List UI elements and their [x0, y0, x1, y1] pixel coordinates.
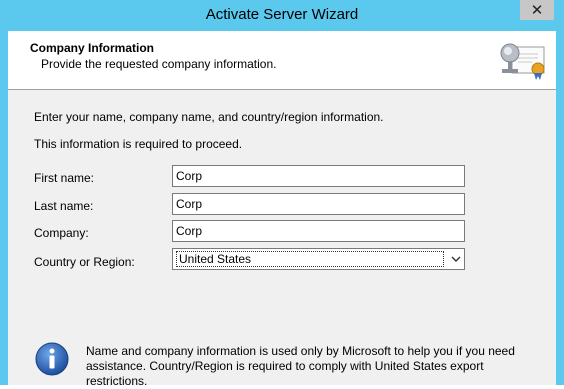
page-title: Company Information: [30, 41, 155, 55]
info-message: Name and company information is used onl…: [86, 344, 515, 388]
info-icon: [35, 342, 69, 376]
country-selected-value: United States: [176, 251, 444, 267]
activate-server-wizard-window: Activate Server Wizard ✕ Company Informa…: [0, 0, 564, 388]
company-label: Company:: [34, 226, 89, 240]
chevron-down-icon[interactable]: [451, 255, 461, 263]
wizard-body: Company Information Provide the requeste…: [8, 31, 556, 388]
company-field[interactable]: Corp: [172, 220, 465, 242]
title-bar[interactable]: Activate Server Wizard ✕: [0, 0, 564, 31]
intro-line-2: This information is required to proceed.: [34, 137, 243, 151]
close-icon: ✕: [530, 2, 544, 19]
page-subtitle: Provide the requested company informatio…: [41, 57, 277, 71]
country-select[interactable]: United States: [172, 248, 465, 270]
window-title: Activate Server Wizard: [205, 6, 359, 23]
first-name-label: First name:: [34, 171, 95, 185]
country-label: Country or Region:: [34, 255, 135, 269]
first-name-field[interactable]: Corp: [172, 165, 465, 187]
certificate-icon: [500, 43, 545, 80]
last-name-label: Last name:: [34, 199, 94, 213]
close-button[interactable]: ✕: [520, 0, 554, 20]
last-name-field[interactable]: Corp: [172, 193, 465, 215]
wizard-header: Company Information Provide the requeste…: [8, 31, 556, 90]
intro-line-1: Enter your name, company name, and count…: [34, 110, 384, 124]
